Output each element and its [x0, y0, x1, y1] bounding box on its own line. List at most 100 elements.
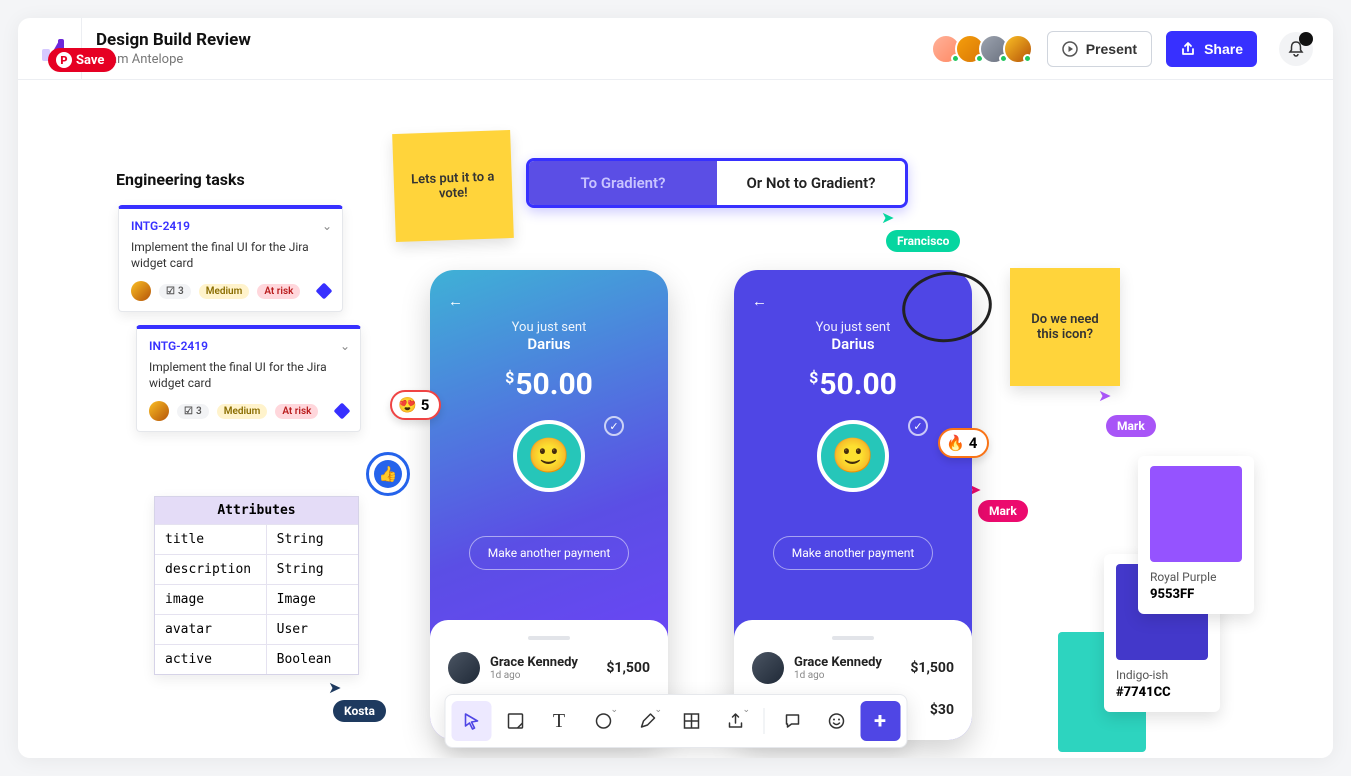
jira-id: INTG-2419: [149, 339, 348, 353]
subtask-count: ☑ 3: [159, 284, 191, 299]
shape-tool[interactable]: ⌄: [583, 701, 623, 741]
priority-chip: Medium: [199, 284, 250, 299]
canvas-toolbar: T ⌄ ⌄ ⌄ +: [444, 694, 907, 748]
jira-card[interactable]: INTG-2419 ⌄ Implement the final UI for t…: [118, 205, 343, 312]
check-icon: ✓: [604, 416, 624, 436]
circle-icon: [594, 712, 612, 730]
present-button[interactable]: Present: [1047, 31, 1152, 67]
cursor-icon: ➤: [1098, 386, 1111, 405]
tx-amount: $1,500: [910, 660, 954, 676]
reaction-count: 5: [421, 396, 430, 414]
table-row: descriptionString: [155, 554, 358, 584]
jira-summary: Implement the final UI for the Jira widg…: [149, 359, 348, 391]
jira-type-icon: [334, 403, 351, 420]
cursor-icon: [462, 712, 480, 730]
tx-avatar: [752, 652, 784, 684]
back-icon: ←: [448, 292, 463, 310]
presence-cursor: Mark: [1106, 415, 1156, 437]
make-payment-button: Make another payment: [773, 536, 933, 570]
swatch-hex: #7741CC: [1116, 685, 1208, 700]
presence-cursor: Mark: [978, 500, 1028, 522]
sticky-tool[interactable]: [495, 701, 535, 741]
tx-name: Grace Kennedy: [490, 655, 578, 670]
emoji-tool[interactable]: [816, 701, 856, 741]
grid-icon: [682, 712, 700, 730]
attributes-table[interactable]: Attributes titleString descriptionString…: [154, 496, 359, 675]
page-subtitle: Team Antelope: [96, 52, 923, 67]
color-swatch-card[interactable]: Royal Purple 9553FF: [1138, 456, 1254, 614]
app-header: Design Build Review Team Antelope Presen…: [18, 18, 1333, 80]
fire-icon: 🔥: [946, 434, 965, 452]
amount: $50.00: [430, 367, 668, 402]
amount: $50.00: [734, 367, 972, 402]
templates-tool[interactable]: [671, 701, 711, 741]
jira-id: INTG-2419: [131, 219, 330, 233]
pinterest-save[interactable]: P Save: [48, 48, 116, 72]
recipient-name: Darius: [430, 335, 668, 353]
swatch-hex: 9553FF: [1150, 587, 1242, 602]
swatch-name: Royal Purple: [1150, 570, 1242, 584]
mockup-phone-gradient[interactable]: ← You just sent Darius $50.00 ✓ 🙂 Make a…: [430, 270, 668, 740]
vote-option-b[interactable]: Or Not to Gradient?: [717, 161, 905, 205]
chevron-down-icon[interactable]: ⌄: [322, 219, 332, 233]
page-title: Design Build Review: [96, 30, 923, 50]
check-icon: ✓: [908, 416, 928, 436]
make-payment-button: Make another payment: [469, 536, 629, 570]
pen-icon: [638, 712, 656, 730]
sticky-note[interactable]: Lets put it to a vote!: [392, 130, 514, 242]
priority-chip: Medium: [217, 404, 268, 419]
pinterest-icon: P: [56, 52, 72, 68]
vote-option-a[interactable]: To Gradient?: [529, 161, 717, 205]
avatar[interactable]: [1003, 34, 1033, 64]
tx-amount: $1,500: [606, 660, 650, 676]
jira-summary: Implement the final UI for the Jira widg…: [131, 239, 330, 271]
share-icon: [1180, 41, 1196, 57]
sticky-icon: [506, 712, 524, 730]
whiteboard-canvas[interactable]: Engineering tasks INTG-2419 ⌄ Implement …: [18, 80, 1333, 758]
vote-panel[interactable]: To Gradient? Or Not to Gradient?: [526, 158, 908, 208]
reaction-pill[interactable]: 🔥 4: [938, 428, 989, 458]
sticky-note[interactable]: Do we need this icon?: [1010, 268, 1120, 386]
tx-avatar: [448, 652, 480, 684]
back-icon: ←: [752, 292, 767, 310]
presence-cursor: Francisco: [886, 230, 960, 252]
present-label: Present: [1086, 41, 1137, 57]
jira-card[interactable]: INTG-2419 ⌄ Implement the final UI for t…: [136, 325, 361, 432]
smiley-icon: [827, 712, 845, 730]
tx-name: Grace Kennedy: [794, 655, 882, 670]
swatch-name: Indigo-ish: [1116, 668, 1208, 682]
tx-time: 1d ago: [490, 670, 578, 681]
notifications-button[interactable]: [1279, 32, 1313, 66]
status-chip: At risk: [257, 284, 300, 299]
swatch-color: [1150, 466, 1242, 562]
tx-amount: $30: [930, 702, 954, 718]
play-icon: [1062, 41, 1078, 57]
table-row: titleString: [155, 524, 358, 554]
draw-tool[interactable]: ⌄: [627, 701, 667, 741]
recipient-avatar: 🙂: [513, 420, 585, 492]
upload-tool[interactable]: ⌄: [715, 701, 755, 741]
cursor-icon: ➤: [881, 208, 894, 227]
comment-tool[interactable]: [772, 701, 812, 741]
status-chip: At risk: [275, 404, 318, 419]
table-row: activeBoolean: [155, 644, 358, 674]
share-label: Share: [1204, 41, 1243, 57]
reaction-pill[interactable]: 😍 5: [390, 390, 441, 420]
thumbs-up-reaction[interactable]: 👍: [366, 452, 410, 496]
text-tool[interactable]: T: [539, 701, 579, 741]
select-tool[interactable]: [451, 701, 491, 741]
save-label: Save: [76, 53, 104, 68]
comment-icon: [783, 712, 801, 730]
heart-eyes-icon: 😍: [398, 396, 417, 414]
share-button[interactable]: Share: [1166, 31, 1257, 67]
presence-avatars: [937, 34, 1033, 64]
add-tool[interactable]: +: [860, 701, 900, 741]
notification-badge: [1299, 32, 1313, 46]
reaction-count: 4: [969, 434, 978, 452]
assignee-avatar: [149, 401, 169, 421]
table-header: Attributes: [155, 497, 358, 524]
cursor-icon: ➤: [328, 678, 341, 697]
tx-time: 1d ago: [794, 670, 882, 681]
sent-label: You just sent: [430, 320, 668, 335]
chevron-down-icon[interactable]: ⌄: [340, 339, 350, 353]
